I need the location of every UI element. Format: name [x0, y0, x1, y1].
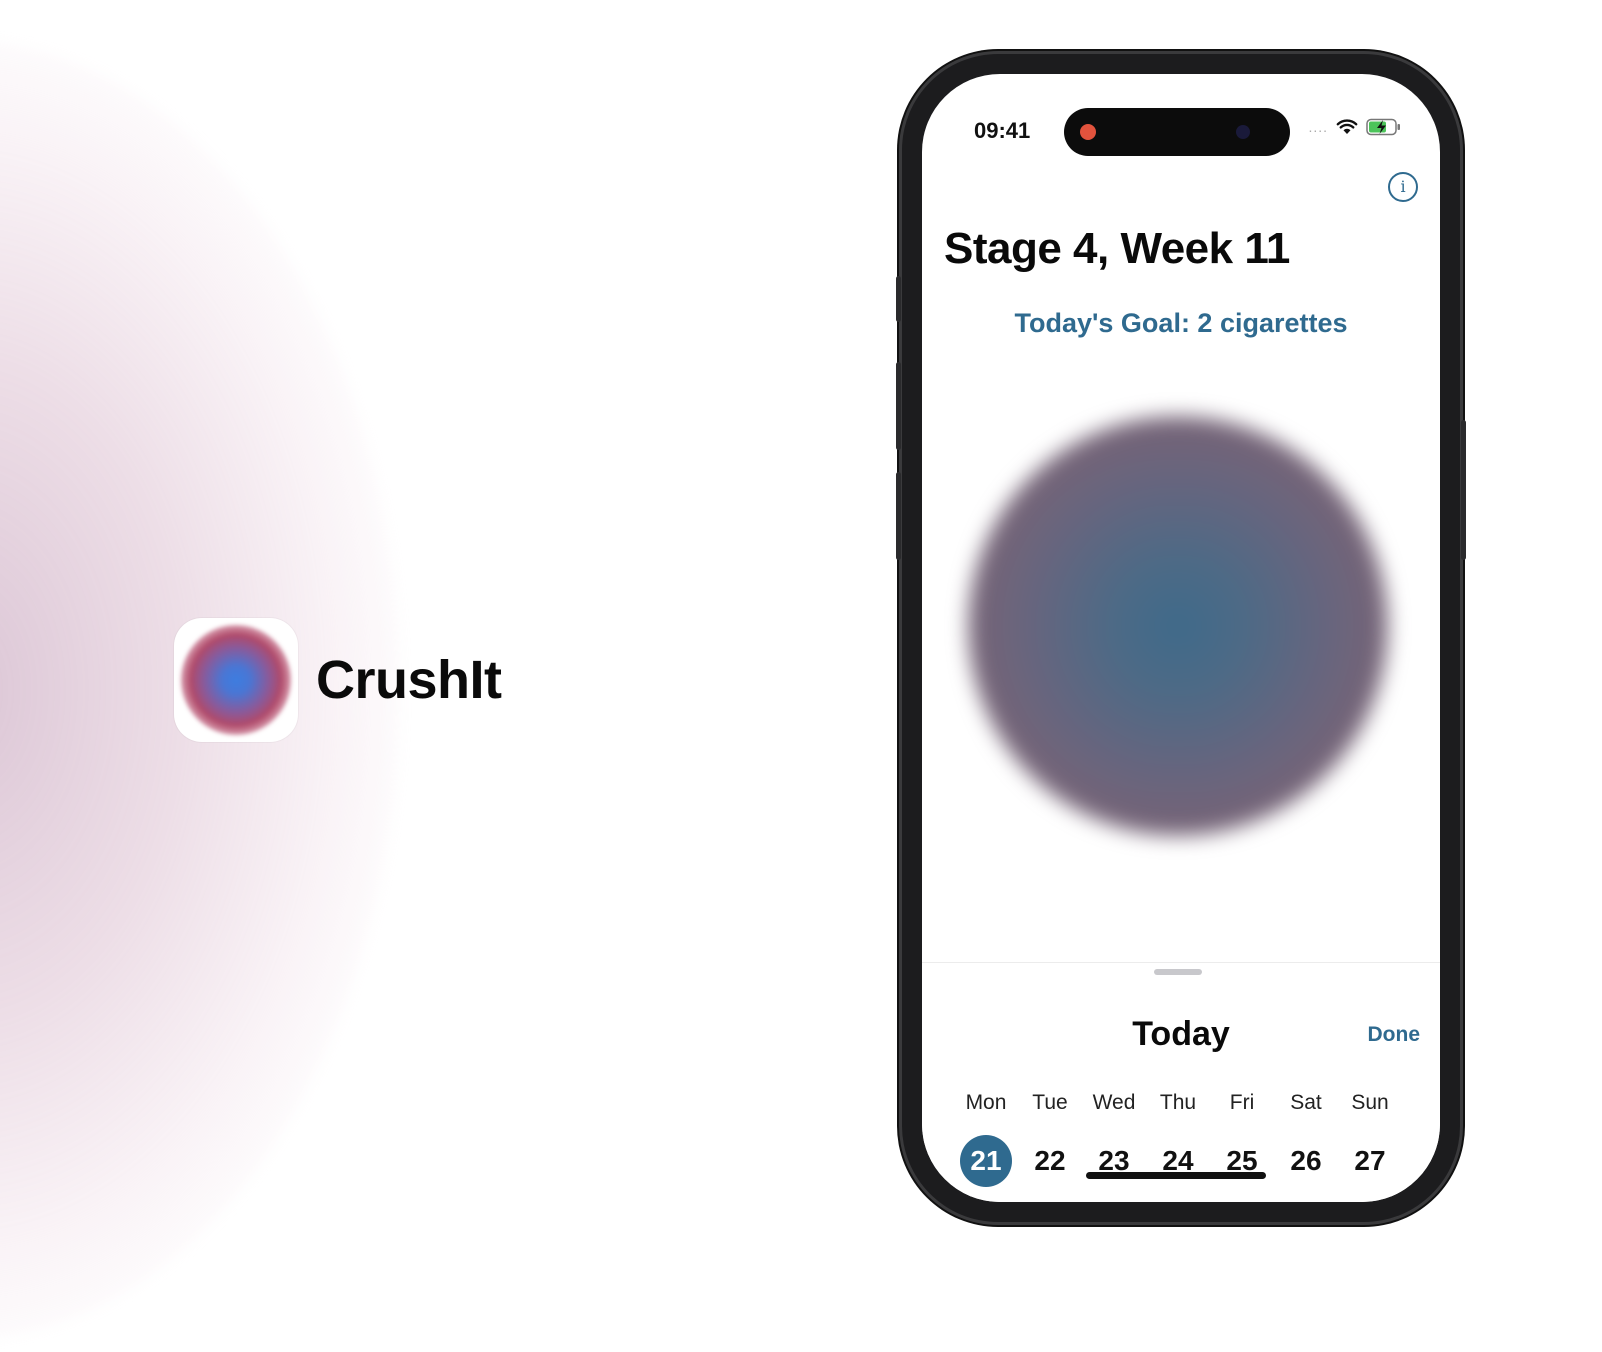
day-number[interactable]: 27	[1344, 1135, 1396, 1187]
day-name: Sun	[1351, 1091, 1389, 1114]
phone-screen: 09:41 .... i Stage 4, Week 11 Today's Go…	[922, 74, 1440, 1202]
day-number[interactable]: 24	[1152, 1135, 1204, 1187]
day-mon[interactable]: Mon 21	[958, 1091, 1014, 1187]
signal-icon: ....	[1308, 119, 1328, 135]
day-tue[interactable]: Tue 22	[1022, 1091, 1078, 1187]
dynamic-island	[1064, 108, 1290, 156]
wifi-icon	[1336, 119, 1358, 134]
battery-charging-icon	[1366, 118, 1400, 136]
day-number-selected[interactable]: 21	[960, 1135, 1012, 1187]
power-button	[1461, 420, 1466, 560]
brand-lockup: CrushIt	[174, 618, 502, 742]
status-indicators: ....	[1308, 118, 1402, 136]
done-button[interactable]: Done	[1368, 1023, 1421, 1047]
info-icon[interactable]: i	[1388, 172, 1418, 202]
day-number[interactable]: 25	[1216, 1135, 1268, 1187]
day-number[interactable]: 22	[1024, 1135, 1076, 1187]
sheet-title: Today	[1132, 1015, 1230, 1053]
camera-icon	[1236, 125, 1250, 139]
daily-goal: Today's Goal: 2 cigarettes	[1014, 308, 1348, 338]
day-name: Thu	[1159, 1091, 1197, 1114]
day-name: Fri	[1229, 1091, 1255, 1114]
page-title: Stage 4, Week 11	[944, 224, 1290, 273]
progress-orb	[968, 416, 1388, 836]
home-indicator[interactable]	[1086, 1172, 1266, 1179]
app-icon	[174, 618, 298, 742]
gradient-orb-icon	[181, 625, 291, 735]
day-number[interactable]: 23	[1088, 1135, 1140, 1187]
action-button	[896, 276, 901, 322]
brand-name: CrushIt	[316, 650, 502, 710]
day-name: Tue	[1032, 1091, 1068, 1114]
day-name: Sat	[1290, 1091, 1322, 1114]
status-time: 09:41	[974, 118, 1031, 143]
sheet-grabber[interactable]	[1154, 969, 1202, 975]
day-sat[interactable]: Sat 26	[1278, 1091, 1334, 1187]
day-name: Wed	[1092, 1091, 1136, 1114]
volume-up-button	[896, 362, 901, 450]
day-number[interactable]: 26	[1280, 1135, 1332, 1187]
stage: CrushIt 09:41 .... i Stage 4, Week 11 To…	[0, 0, 1602, 1352]
day-name: Mon	[965, 1091, 1007, 1114]
recording-dot-icon	[1080, 124, 1096, 140]
bottom-sheet: Today Done Mon 21 Tue 22 Wed 23 Thu 24 F…	[922, 962, 1440, 1202]
phone-frame: 09:41 .... i Stage 4, Week 11 Today's Go…	[896, 54, 1466, 1222]
volume-down-button	[896, 472, 901, 560]
day-sun[interactable]: Sun 27	[1342, 1091, 1398, 1187]
